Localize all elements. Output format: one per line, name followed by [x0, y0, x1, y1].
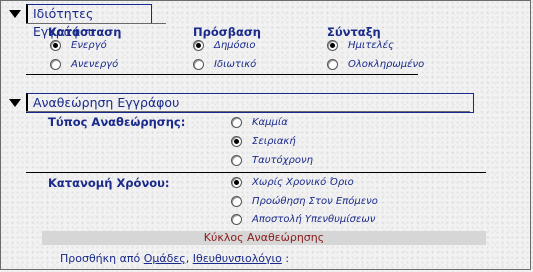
- section-header-properties[interactable]: Ιδιότητες Εγγράφου: [26, 4, 152, 39]
- radio-selected-icon[interactable]: [231, 136, 242, 147]
- groups-link[interactable]: Ομάδες: [144, 252, 186, 265]
- option-label: Ολοκληρωμένο: [348, 59, 425, 70]
- radio-revision-parallel[interactable]: Ταυτόχρονη: [231, 155, 313, 166]
- radio-compose-incomplete[interactable]: Ημιτελές: [327, 40, 394, 51]
- option-label: Ημιτελές: [348, 40, 394, 51]
- divider: [26, 74, 418, 75]
- radio-icon[interactable]: [231, 117, 242, 128]
- status-column-label: Κατάσταση: [48, 25, 122, 39]
- radio-selected-icon[interactable]: [50, 40, 61, 51]
- divider: [26, 23, 166, 24]
- access-column-label: Πρόσβαση: [193, 25, 261, 39]
- radio-icon[interactable]: [231, 196, 242, 207]
- radio-icon[interactable]: [327, 59, 338, 70]
- radio-icon[interactable]: [193, 59, 204, 70]
- radio-revision-none[interactable]: Καμμία: [231, 117, 288, 128]
- option-label: Προώθηση Στον Επόμενο: [252, 196, 378, 207]
- radio-revision-serial[interactable]: Σειριακή: [231, 136, 296, 147]
- option-label: Ταυτόχρονη: [252, 155, 313, 166]
- option-label: Ανενεργό: [71, 59, 119, 70]
- directory-link[interactable]: Ιθευθυνσιολόγιο: [193, 252, 282, 265]
- radio-time-reminders[interactable]: Αποστολή Υπενθυμίσεων: [231, 214, 375, 225]
- option-label: Σειριακή: [252, 136, 296, 147]
- radio-time-forward[interactable]: Προώθηση Στον Επόμενο: [231, 196, 378, 207]
- add-from-label: Προσθήκη από: [60, 252, 141, 265]
- radio-icon[interactable]: [231, 155, 242, 166]
- add-from-line: Προσθήκη από Ομάδες, Ιθευθυνσιολόγιο :: [60, 252, 289, 265]
- radio-icon[interactable]: [231, 214, 242, 225]
- option-label: Χωρίς Χρονικό Όριο: [252, 177, 354, 188]
- section-title: Ιδιότητες Εγγράφου: [26, 4, 152, 39]
- radio-selected-icon[interactable]: [231, 177, 242, 188]
- time-allocation-label: Κατανομή Χρόνου:: [48, 176, 170, 190]
- radio-status-inactive[interactable]: Ανενεργό: [50, 59, 118, 70]
- radio-access-private[interactable]: Ιδιωτικό: [193, 59, 256, 70]
- option-label: Ενεργό: [71, 40, 107, 51]
- collapse-triangle-icon[interactable]: [9, 99, 21, 107]
- radio-selected-icon[interactable]: [327, 40, 338, 51]
- radio-access-public[interactable]: Δημόσιο: [193, 40, 256, 51]
- divider: [26, 172, 486, 173]
- radio-status-active[interactable]: Ενεργό: [50, 40, 107, 51]
- revision-type-label: Τύπος Αναθεώρησης:: [48, 115, 186, 129]
- radio-time-no-limit[interactable]: Χωρίς Χρονικό Όριο: [231, 177, 354, 188]
- review-cycle-header: Κύκλος Αναθεώρησης: [42, 231, 486, 245]
- option-label: Καμμία: [252, 117, 288, 128]
- section-title: Αναθεώρηση Εγγράφου: [26, 93, 474, 113]
- separator: ,: [185, 252, 190, 265]
- radio-compose-complete[interactable]: Ολοκληρωμένο: [327, 59, 424, 70]
- compose-column-label: Σύνταξη: [327, 25, 381, 39]
- radio-icon[interactable]: [50, 59, 61, 70]
- section-header-revision[interactable]: Αναθεώρηση Εγγράφου: [26, 93, 474, 113]
- radio-selected-icon[interactable]: [193, 40, 204, 51]
- colon: :: [285, 252, 290, 265]
- option-label: Αποστολή Υπενθυμίσεων: [252, 214, 376, 225]
- divider: [26, 111, 470, 112]
- option-label: Ιδιωτικό: [214, 59, 257, 70]
- collapse-triangle-icon[interactable]: [9, 10, 21, 18]
- option-label: Δημόσιο: [214, 40, 256, 51]
